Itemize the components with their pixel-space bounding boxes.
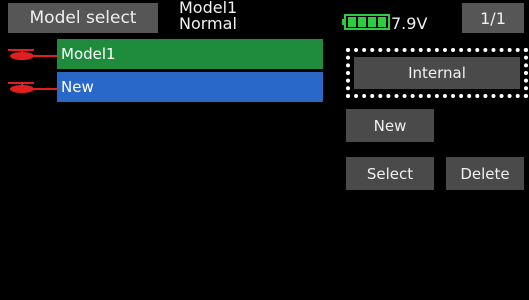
- page-indicator[interactable]: 1/1: [462, 3, 524, 33]
- memory-internal-button[interactable]: Internal: [354, 57, 520, 89]
- new-model-button[interactable]: New: [346, 109, 434, 142]
- helicopter-icon: [8, 82, 58, 93]
- screen-title[interactable]: Model select: [8, 3, 158, 33]
- delete-model-button[interactable]: Delete: [446, 157, 524, 190]
- list-item[interactable]: Model1: [57, 39, 323, 69]
- list-item[interactable]: New: [57, 72, 323, 102]
- helicopter-icon: [8, 49, 58, 60]
- memory-selector-focus: Internal: [346, 48, 528, 98]
- battery-voltage: 7.9V: [391, 14, 428, 33]
- select-model-button[interactable]: Select: [346, 157, 434, 190]
- model-info: Model1 Normal: [179, 0, 269, 36]
- model-item-label: Model1: [61, 45, 116, 63]
- battery-icon: [342, 14, 390, 30]
- condition-name: Normal: [179, 14, 237, 33]
- model-item-label: New: [61, 78, 94, 96]
